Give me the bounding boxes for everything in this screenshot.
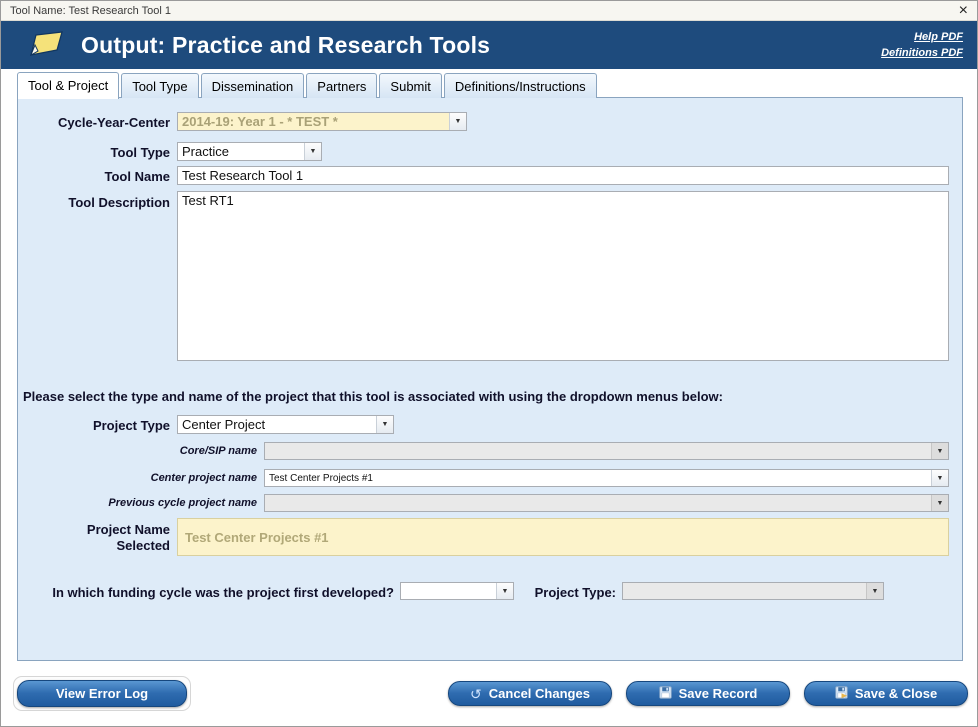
cycle-year-center-value: 2014-19: Year 1 - * TEST * [178,113,449,130]
app-header: Output: Practice and Research Tools Help… [1,21,977,69]
save-and-close-button[interactable]: Save & Close [804,681,968,706]
form-panel: Cycle-Year-Center 2014-19: Year 1 - * TE… [17,97,963,661]
tool-type-label: Tool Type [18,145,170,161]
tab-dissemination[interactable]: Dissemination [201,73,305,98]
save-icon [659,686,672,702]
tool-type-value: Practice [178,143,304,160]
tab-bar: Tool & Project Tool Type Dissemination P… [17,70,599,98]
tab-tool-type[interactable]: Tool Type [121,73,198,98]
tab-tool-and-project[interactable]: Tool & Project [17,72,119,99]
app-window: Tool Name: Test Research Tool 1 × Output… [0,0,978,727]
project-type-select[interactable]: Center Project ▼ [177,415,394,434]
cancel-changes-button[interactable]: ↺ Cancel Changes [448,681,612,706]
center-project-name-label: Center project name [18,472,257,486]
project-name-selected-label: Project Name Selected [18,522,170,555]
chevron-down-icon[interactable]: ▼ [931,470,948,486]
center-project-name-value: Test Center Projects #1 [265,470,931,486]
undo-icon: ↺ [470,687,482,701]
tool-description-textarea[interactable] [177,191,949,361]
tab-partners[interactable]: Partners [306,73,377,98]
view-error-log-label: View Error Log [56,686,148,701]
previous-cycle-project-name-label: Previous cycle project name [18,497,257,511]
chevron-down-icon[interactable]: ▼ [376,416,393,433]
save-and-close-label: Save & Close [855,686,937,701]
tool-description-label: Tool Description [18,195,170,211]
center-project-name-select[interactable]: Test Center Projects #1 ▼ [264,469,949,487]
window-title: Tool Name: Test Research Tool 1 [10,5,171,17]
definitions-pdf-link[interactable]: Definitions PDF [881,47,963,59]
core-sip-name-select[interactable]: ▼ [264,442,949,460]
chevron-down-icon[interactable]: ▼ [931,495,948,511]
funding-cycle-value [401,583,496,599]
project-name-selected-value: Test Center Projects #1 [177,518,949,556]
help-pdf-link[interactable]: Help PDF [914,31,963,43]
project-type-selected-value [623,583,866,599]
tool-name-input[interactable] [177,166,949,185]
chevron-down-icon[interactable]: ▼ [304,143,321,160]
view-error-log-button[interactable]: View Error Log [17,680,187,707]
chevron-down-icon[interactable]: ▼ [866,583,883,599]
cycle-year-center-label: Cycle-Year-Center [18,115,170,131]
chevron-down-icon[interactable]: ▼ [449,113,466,130]
tab-definitions-instructions[interactable]: Definitions/Instructions [444,73,597,98]
save-close-icon [835,686,848,702]
window-titlebar: Tool Name: Test Research Tool 1 × [1,1,977,21]
chevron-down-icon[interactable]: ▼ [931,443,948,459]
tool-type-select[interactable]: Practice ▼ [177,142,322,161]
previous-cycle-project-name-select[interactable]: ▼ [264,494,949,512]
project-type-selected-select[interactable]: ▼ [622,582,884,600]
core-sip-name-value [265,443,931,459]
funding-cycle-label: In which funding cycle was the project f… [18,585,394,601]
tool-name-label: Tool Name [18,169,170,185]
header-links: Help PDF Definitions PDF [881,31,965,59]
cycle-year-center-select[interactable]: 2014-19: Year 1 - * TEST * ▼ [177,112,467,131]
page-title: Output: Practice and Research Tools [81,32,490,59]
core-sip-name-label: Core/SIP name [18,445,257,459]
project-type-selected-label: Project Type: [488,585,616,601]
previous-cycle-project-name-value [265,495,931,511]
cancel-changes-label: Cancel Changes [489,686,590,701]
project-type-value: Center Project [178,416,376,433]
tab-submit[interactable]: Submit [379,73,441,98]
project-type-label: Project Type [18,418,170,434]
note-icon [27,30,65,60]
save-record-label: Save Record [679,686,758,701]
project-selection-instruction: Please select the type and name of the p… [23,389,723,404]
close-icon[interactable]: × [959,3,968,19]
save-record-button[interactable]: Save Record [626,681,790,706]
